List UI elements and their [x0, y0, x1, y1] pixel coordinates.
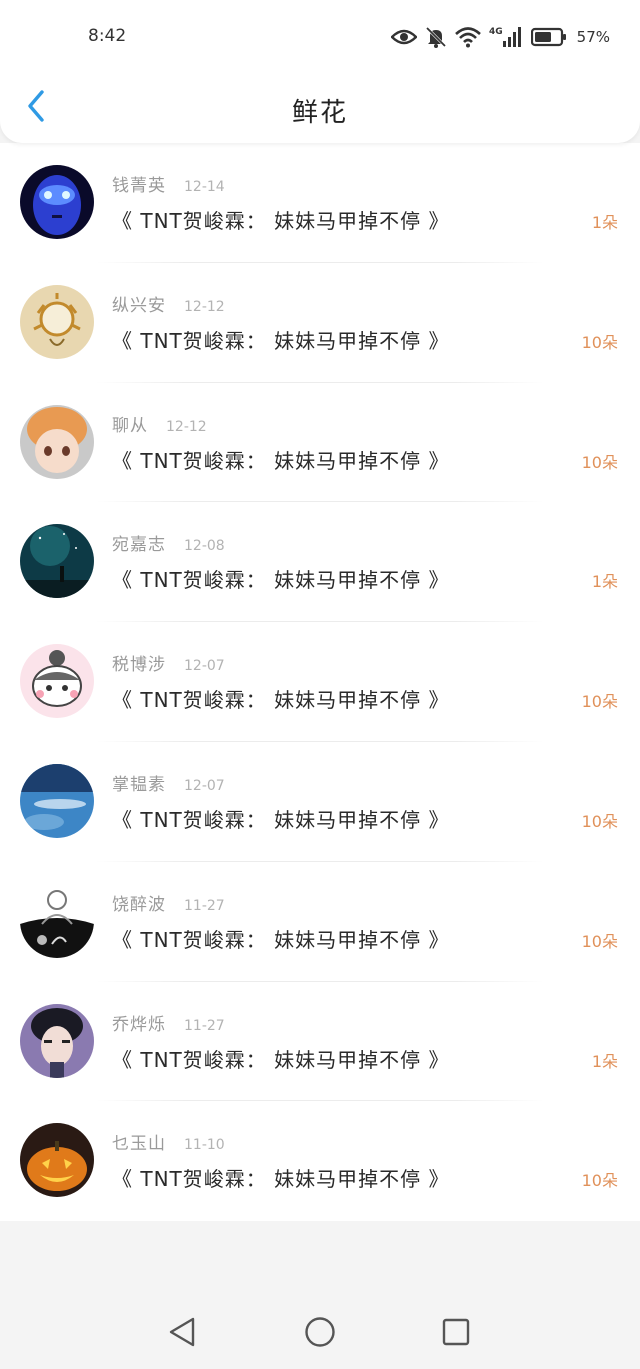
date: 12-12 — [166, 418, 207, 435]
system-back-button[interactable] — [165, 1317, 199, 1351]
home-circle-icon — [304, 1316, 336, 1352]
4g-signal-icon: 4G — [489, 25, 523, 49]
list-item[interactable]: 乜玉山 11-10 《 TNT贺峻霖： 妹妹马甲掉不停 》 10朵 — [0, 1101, 640, 1221]
flower-amount: 1朵 — [591, 213, 618, 232]
book-title: 《 TNT贺峻霖： 妹妹马甲掉不停 》 — [112, 688, 450, 713]
avatar — [20, 524, 94, 599]
nav-bar: 鲜花 — [0, 76, 640, 140]
date: 11-27 — [184, 897, 225, 914]
header: 8:42 4G 57% 鲜花 — [0, 0, 640, 143]
recents-square-icon — [441, 1317, 471, 1351]
status-time: 8:42 — [88, 26, 127, 46]
flower-amount: 10朵 — [581, 452, 618, 472]
flower-amount: 1朵 — [591, 572, 618, 592]
list-item[interactable]: 乔烨烁 11-27 《 TNT贺峻霖： 妹妹马甲掉不停 》 1朵 — [0, 982, 640, 1102]
system-nav-bar — [0, 1299, 640, 1369]
status-icons: 4G 57% — [390, 22, 610, 52]
avatar — [20, 284, 94, 359]
date: 12-12 — [184, 298, 225, 315]
list-item[interactable]: 钱菁英 12-14 《 TNT贺峻霖： 妹妹马甲掉不停 》 1朵 — [0, 143, 640, 263]
battery-percent: 57% — [576, 28, 610, 46]
svg-text:4G: 4G — [489, 27, 503, 37]
book-title: 《 TNT贺峻霖： 妹妹马甲掉不停 》 — [112, 448, 450, 473]
user-name: 饶醉波 — [112, 894, 166, 915]
avatar — [20, 644, 94, 719]
list-item[interactable]: 饶醉波 11-27 《 TNT贺峻霖： 妹妹马甲掉不停 》 10朵 — [0, 862, 640, 982]
list-item[interactable]: 掌韫素 12-07 《 TNT贺峻霖： 妹妹马甲掉不停 》 10朵 — [0, 742, 640, 862]
book-title: 《 TNT贺峻霖： 妹妹马甲掉不停 》 — [112, 807, 450, 832]
date: 12-08 — [184, 538, 225, 555]
user-name: 纵兴安 — [112, 295, 166, 316]
flower-amount: 1朵 — [591, 1051, 618, 1071]
list-item[interactable]: 聊从 12-12 《 TNT贺峻霖： 妹妹马甲掉不停 》 10朵 — [0, 383, 640, 503]
avatar — [20, 1123, 94, 1198]
list-item[interactable]: 税博涉 12-07 《 TNT贺峻霖： 妹妹马甲掉不停 》 10朵 — [0, 622, 640, 742]
user-name: 宛嘉志 — [112, 535, 166, 556]
system-recents-button[interactable] — [439, 1317, 473, 1351]
book-title: 《 TNT贺峻霖： 妹妹马甲掉不停 》 — [112, 568, 450, 593]
avatar — [20, 1003, 94, 1078]
date: 11-10 — [184, 1137, 225, 1154]
eye-icon — [390, 28, 417, 46]
book-title: 《 TNT贺峻霖： 妹妹马甲掉不停 》 — [112, 328, 450, 353]
book-title: 《 TNT贺峻霖： 妹妹马甲掉不停 》 — [112, 1047, 450, 1072]
list-item[interactable]: 纵兴安 12-12 《 TNT贺峻霖： 妹妹马甲掉不停 》 10朵 — [0, 263, 640, 383]
date: 12-14 — [184, 179, 225, 195]
date: 12-07 — [184, 658, 225, 675]
user-name: 钱菁英 — [112, 176, 166, 196]
date: 11-27 — [184, 1017, 225, 1034]
system-home-button[interactable] — [303, 1317, 337, 1351]
flower-list: 钱菁英 12-14 《 TNT贺峻霖： 妹妹马甲掉不停 》 1朵 纵兴安 12-… — [0, 143, 640, 1221]
avatar — [20, 165, 94, 239]
user-name: 税博涉 — [112, 655, 166, 676]
date: 12-07 — [184, 777, 225, 794]
book-title: 《 TNT贺峻霖： 妹妹马甲掉不停 》 — [112, 209, 450, 233]
avatar — [20, 763, 94, 838]
battery-icon — [530, 27, 567, 47]
avatar — [20, 883, 94, 958]
flower-amount: 10朵 — [581, 692, 618, 712]
user-name: 乔烨烁 — [112, 1014, 166, 1035]
back-triangle-icon — [167, 1316, 197, 1352]
flower-amount: 10朵 — [581, 931, 618, 951]
bell-muted-icon — [425, 26, 447, 48]
list-item[interactable]: 宛嘉志 12-08 《 TNT贺峻霖： 妹妹马甲掉不停 》 1朵 — [0, 502, 640, 623]
flower-amount: 10朵 — [581, 1171, 618, 1191]
user-name: 掌韫素 — [112, 774, 166, 795]
user-name: 聊从 — [112, 415, 148, 436]
flower-amount: 10朵 — [581, 811, 618, 831]
status-bar: 8:42 4G 57% — [0, 0, 640, 76]
book-title: 《 TNT贺峻霖： 妹妹马甲掉不停 》 — [112, 1167, 450, 1192]
flower-amount: 10朵 — [581, 332, 618, 352]
book-title: 《 TNT贺峻霖： 妹妹马甲掉不停 》 — [112, 927, 450, 952]
page-title: 鲜花 — [291, 98, 348, 128]
wifi-icon — [454, 26, 481, 48]
avatar — [20, 404, 94, 479]
user-name: 乜玉山 — [112, 1134, 166, 1155]
